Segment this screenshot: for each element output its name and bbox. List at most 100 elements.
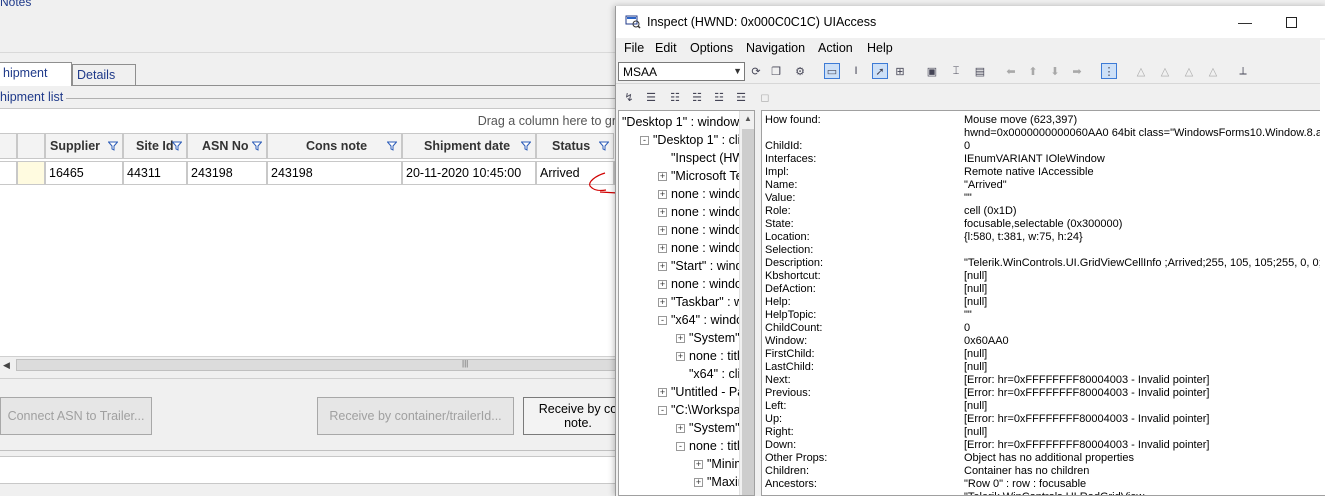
refresh-icon[interactable]: ⟳ (749, 64, 763, 78)
property-row[interactable]: Other Props: Object has no additional pro… (762, 452, 1325, 465)
tab-shipment[interactable]: hipment (0, 62, 72, 86)
tree-node[interactable]: - none : title (676, 437, 747, 455)
property-row[interactable]: FirstChild: [null] (762, 348, 1325, 361)
property-row[interactable]: Right: [null] (762, 426, 1325, 439)
receive-by-cons-note-button[interactable]: Receive by co note. (523, 397, 620, 435)
filter-icon[interactable] (387, 141, 397, 151)
property-row[interactable]: Name: "Arrived" (762, 179, 1325, 192)
remove-selection-icon[interactable]: ☲ (734, 90, 748, 104)
tree-node[interactable]: + none : window (658, 275, 751, 293)
cell-shipment-date[interactable]: 20-11-2020 10:45:00 (402, 161, 536, 185)
scroll-up-icon[interactable]: ▲ (744, 114, 752, 123)
filter-icon[interactable] (599, 141, 609, 151)
show-highlight-icon[interactable]: ⊞ (893, 64, 907, 78)
filter-icon[interactable] (521, 141, 531, 151)
collapse-icon[interactable]: - (676, 441, 685, 451)
properties-pane[interactable]: How found: Mouse move (623,397) hwnd=0x000… (761, 110, 1325, 496)
property-row[interactable]: Down: [Error: hr=0xFFFFFFFF80004003 - Inv… (762, 439, 1325, 452)
property-row[interactable]: "Telerik.WinControls.UI.RadGridView... (762, 491, 1325, 495)
row-indicator-cell[interactable] (0, 161, 17, 185)
menu-options[interactable]: Options (690, 41, 733, 55)
tree-node[interactable]: + none : window (658, 185, 751, 203)
watch-caret-icon[interactable]: I (849, 64, 863, 78)
property-row[interactable]: How found: Mouse move (623,397) (762, 114, 1325, 127)
property-row[interactable]: Impl: Remote native IAccessible (762, 166, 1325, 179)
property-row[interactable]: Children: Container has no children (762, 465, 1325, 478)
navigate-up-icon[interactable]: ⬆ (1026, 64, 1040, 78)
connect-asn-to-trailer-button[interactable]: Connect ASN to Trailer... (0, 397, 152, 435)
filter-icon[interactable] (108, 141, 118, 151)
menu-help[interactable]: Help (867, 41, 893, 55)
cell-supplier[interactable]: 16465 (45, 161, 123, 185)
property-row[interactable]: Description: "Telerik.WinControls.UI.Grid… (762, 257, 1325, 270)
expand-icon[interactable]: + (658, 297, 667, 307)
navigate-parent-icon[interactable]: △ (1134, 64, 1148, 78)
select-icon[interactable]: ☰ (644, 90, 658, 104)
tree-node[interactable]: - "Desktop 1" : clien (640, 131, 754, 149)
copy-icon[interactable]: ❐ (769, 64, 783, 78)
show-caret-icon[interactable]: ⌶ (949, 64, 963, 78)
title-bar[interactable]: Inspect (HWND: 0x000C0C1C) UIAccess — (616, 6, 1325, 38)
property-row[interactable]: Interfaces: IEnumVARIANT IOleWindow (762, 153, 1325, 166)
mode-select[interactable]: MSAA ▼ (618, 62, 745, 81)
scrollbar-thumb[interactable] (742, 129, 754, 495)
scrollbar-thumb[interactable] (16, 359, 620, 371)
navigate-first-child-icon[interactable]: △ (1158, 64, 1172, 78)
options-icon[interactable]: ⚙ (793, 64, 807, 78)
grid-horizontal-scrollbar[interactable]: ◀ ||| (0, 356, 620, 372)
tree-node[interactable]: + none : window (658, 203, 751, 221)
take-focus-icon[interactable]: ☷ (668, 90, 682, 104)
navigate-left-icon[interactable]: ⬅ (1004, 64, 1018, 78)
property-row[interactable]: Next: [Error: hr=0xFFFFFFFF80004003 - Inv… (762, 374, 1325, 387)
property-row[interactable]: DefAction: [null] (762, 283, 1325, 296)
show-info-tooltip-icon[interactable]: ▤ (973, 64, 987, 78)
menu-edit[interactable]: Edit (655, 41, 677, 55)
expand-icon[interactable]: + (658, 225, 667, 235)
collapse-icon[interactable]: - (658, 315, 667, 325)
navigate-previous-sibling-icon[interactable]: △ (1182, 64, 1196, 78)
row-select-cell[interactable] (17, 161, 45, 185)
column-header-supplier[interactable]: Supplier (45, 133, 123, 159)
filter-icon[interactable] (172, 141, 182, 151)
expand-icon[interactable]: + (676, 351, 685, 361)
navigate-next-sibling-icon[interactable]: △ (1206, 64, 1220, 78)
expand-icon[interactable]: + (694, 459, 703, 469)
element-tree[interactable]: + "Maxim + "Minim - none : title + "System" : - "… (618, 110, 755, 496)
navigate-last-child-icon[interactable]: ⟂ (1236, 64, 1250, 78)
property-row[interactable]: State: focusable,selectable (0x300000) (762, 218, 1325, 231)
tree-node[interactable]: + "Untitled - Pai (658, 383, 747, 401)
watch-focus-icon[interactable]: ▭ (824, 63, 840, 79)
default-action-icon[interactable]: ↯ (622, 90, 636, 104)
property-row[interactable]: Ancestors: "Row 0" : row : focusable (762, 478, 1325, 491)
property-row[interactable]: HelpTopic: "" (762, 309, 1325, 322)
tree-node[interactable]: "Desktop 1" : window (622, 113, 739, 131)
navigate-right-icon[interactable]: ➡ (1070, 64, 1084, 78)
tree-node[interactable]: + none : title (676, 347, 747, 365)
property-row[interactable]: Location: {l:580, t:381, w:75, h:24} (762, 231, 1325, 244)
collapse-icon[interactable]: - (640, 135, 649, 145)
menu-action[interactable]: Action (818, 41, 853, 55)
tree-node[interactable]: + "Start" : windo (658, 257, 749, 275)
watch-cursor-icon[interactable]: ➚ (872, 63, 888, 79)
expand-icon[interactable]: + (658, 171, 667, 181)
tree-node[interactable]: + "Minim (694, 455, 745, 473)
expand-icon[interactable]: + (694, 477, 703, 487)
add-selection-icon[interactable]: ☳ (712, 90, 726, 104)
tree-node[interactable]: + "System" : (676, 329, 747, 347)
property-row[interactable]: hwnd=0x0000000000060AA0 64bit class="Win… (762, 127, 1325, 140)
column-header-cons-note[interactable]: Cons note (267, 133, 402, 159)
property-row[interactable]: Kbshortcut: [null] (762, 270, 1325, 283)
property-row[interactable]: ChildCount: 0 (762, 322, 1325, 335)
expand-icon[interactable]: + (658, 387, 667, 397)
cell-site-id[interactable]: 44311 (123, 161, 187, 185)
column-header-select[interactable] (17, 133, 45, 159)
expand-icon[interactable]: + (658, 189, 667, 199)
property-row[interactable]: Previous: [Error: hr=0xFFFFFFFF80004003 -… (762, 387, 1325, 400)
tree-view-icon[interactable]: ⋮ (1101, 63, 1117, 79)
cell-cons-note[interactable]: 243198 (267, 161, 402, 185)
minimize-icon[interactable]: — (1222, 10, 1268, 34)
property-row[interactable]: Up: [Error: hr=0xFFFFFFFF80004003 - Inval… (762, 413, 1325, 426)
highlight-rect-icon[interactable]: ▣ (925, 64, 939, 78)
cell-status[interactable]: Arrived (536, 161, 614, 185)
menu-navigation[interactable]: Navigation (746, 41, 805, 55)
